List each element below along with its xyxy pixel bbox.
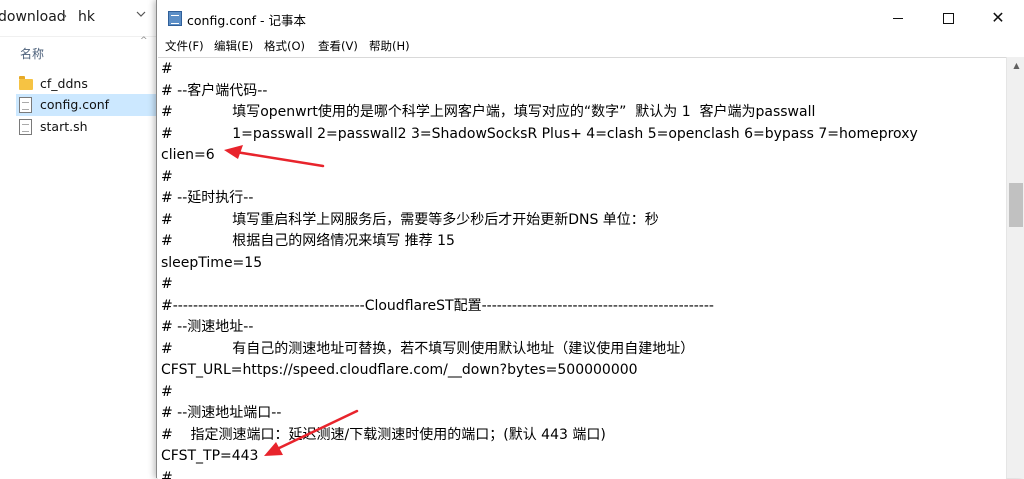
menu-format[interactable]: 格式(O) (264, 38, 305, 54)
maximize-button[interactable] (925, 0, 971, 36)
editor-line: # 1=passwall 2=passwall2 3=ShadowSocksR … (161, 126, 918, 142)
editor-line: # (161, 169, 173, 185)
editor-line: # 填写重启科学上网服务后，需要等多少秒后才开始更新DNS 单位：秒 (161, 212, 659, 228)
breadcrumb: download › hk (0, 0, 160, 37)
editor-line: # (161, 384, 173, 400)
window-title: config.conf - 记事本 (187, 13, 307, 28)
menu-file[interactable]: 文件(F) (165, 38, 204, 54)
editor-line: # --测速地址-- (161, 319, 254, 335)
breadcrumb-download[interactable]: download (0, 9, 66, 25)
notepad-icon (168, 11, 182, 26)
document-icon (19, 97, 32, 113)
minimize-button[interactable] (875, 0, 921, 36)
column-header-label: 名称 (20, 47, 45, 61)
column-header-name[interactable]: ^ 名称 (0, 36, 160, 66)
close-icon: ✕ (991, 8, 1005, 27)
editor-line: # 填写openwrt使用的是哪个科学上网客户端，填写对应的“数字” 默认为 1… (161, 104, 816, 120)
title-bar[interactable]: config.conf - 记事本 ✕ (157, 0, 1024, 36)
document-icon (19, 119, 32, 135)
breadcrumb-separator: › (62, 9, 68, 24)
editor-line: sleepTime=15 (161, 255, 263, 271)
editor-line: # --延时执行-- (161, 190, 254, 206)
editor-line: # 有自己的测速地址可替换，若不填写则使用默认地址（建议使用自建地址） (161, 341, 695, 357)
scroll-up-icon[interactable]: ▲ (1007, 59, 1024, 73)
folder-icon (19, 76, 33, 90)
file-name: start.sh (40, 119, 88, 134)
maximize-icon (942, 12, 954, 24)
scroll-thumb[interactable] (1009, 183, 1023, 227)
editor-line: CFST_URL=https://speed.cloudflare.com/__… (161, 362, 638, 378)
close-button[interactable]: ✕ (975, 0, 1021, 36)
menu-help[interactable]: 帮助(H) (369, 38, 410, 54)
editor-line: clien=6 (161, 147, 215, 163)
menu-edit[interactable]: 编辑(E) (214, 38, 253, 54)
menu-bar: 文件(F) 编辑(E) 格式(O) 查看(V) 帮助(H) (157, 36, 1024, 56)
editor-line: # (161, 276, 173, 292)
chevron-down-icon[interactable] (136, 8, 146, 22)
editor-line: # 指定测速端口：延迟测速/下载测速时使用的端口；(默认 443 端口) (161, 427, 606, 443)
editor-line: # (161, 470, 173, 479)
menu-view[interactable]: 查看(V) (318, 38, 358, 54)
minimize-icon (893, 17, 903, 19)
file-item-start-sh[interactable]: start.sh (16, 116, 158, 138)
editor-line: # --客户端代码-- (161, 83, 268, 99)
file-name: config.conf (40, 97, 110, 112)
file-item-cf-ddns[interactable]: cf_ddns (16, 73, 158, 95)
text-editor[interactable]: # # --客户端代码-- # 填写openwrt使用的是哪个科学上网客户端，填… (158, 57, 1006, 479)
file-explorer-window: download › hk ^ 名称 cf_ddns config.conf s… (0, 0, 160, 478)
editor-line: # 根据自己的网络情况来填写 推荐 15 (161, 233, 455, 249)
file-name: cf_ddns (40, 76, 88, 91)
editor-line: # (161, 61, 173, 77)
notepad-window: config.conf - 记事本 ✕ 文件(F) 编辑(E) 格式(O) 查看… (156, 0, 1024, 479)
file-item-config-conf[interactable]: config.conf (16, 94, 158, 116)
vertical-scrollbar[interactable]: ▲ (1006, 57, 1024, 478)
editor-line: # --测速地址端口-- (161, 405, 282, 421)
sort-up-icon: ^ (140, 36, 148, 46)
breadcrumb-hk[interactable]: hk (78, 9, 95, 25)
editor-line: CFST_TP=443 (161, 448, 259, 464)
editor-line: #--------------------------------------C… (161, 298, 714, 314)
